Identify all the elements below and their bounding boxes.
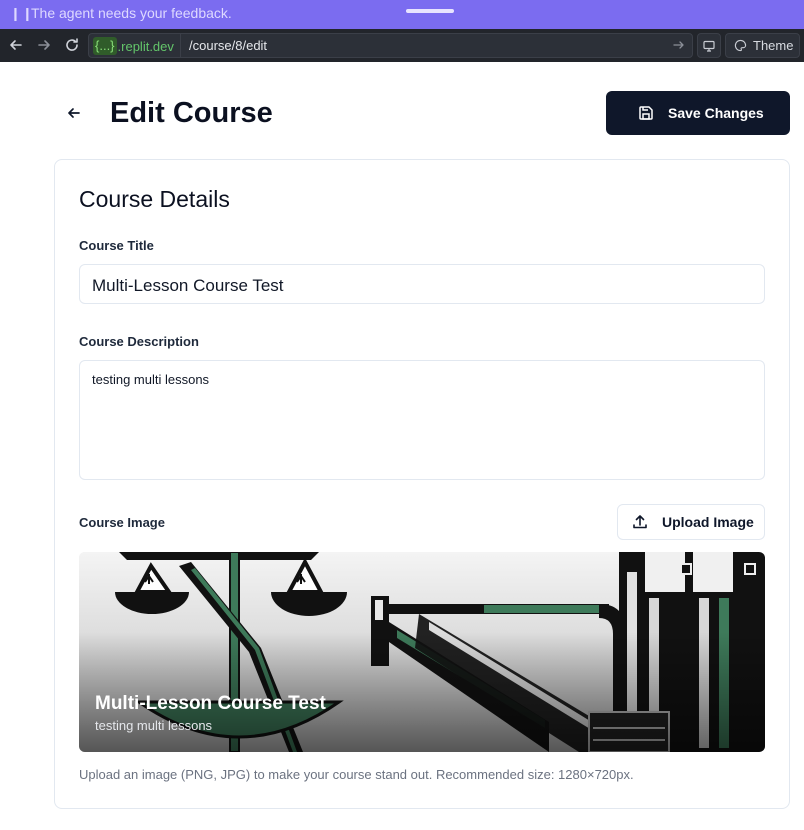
url-path[interactable]: /course/8/edit [189, 38, 267, 53]
image-preview-title: Multi-Lesson Course Test [95, 693, 326, 714]
back-arrow-icon[interactable] [6, 35, 26, 55]
url-host-chip: {...} [93, 37, 117, 55]
image-preview-description: testing multi lessons [95, 718, 213, 733]
upload-icon [633, 515, 647, 529]
theme-label: Theme [753, 38, 794, 53]
url-host-domain: .replit.dev [117, 38, 174, 54]
save-icon [639, 106, 653, 120]
arrow-left-icon [68, 108, 80, 118]
save-changes-label: Save Changes [668, 105, 764, 121]
url-bar[interactable]: {...} .replit.dev /course/8/edit [88, 33, 693, 58]
course-image-preview: Multi-Lesson Course Test testing multi l… [79, 552, 765, 752]
course-title-label: Course Title [79, 238, 154, 253]
image-help-text: Upload an image (PNG, JPG) to make your … [79, 767, 634, 782]
reload-icon[interactable] [62, 35, 82, 55]
course-description-textarea[interactable]: testing multi lessons [79, 360, 765, 480]
upload-image-label: Upload Image [662, 514, 754, 530]
save-changes-button[interactable]: Save Changes [606, 91, 790, 135]
course-details-heading: Course Details [79, 186, 230, 212]
forward-arrow-icon[interactable] [34, 35, 54, 55]
course-title-input[interactable]: Multi-Lesson Course Test [79, 264, 765, 304]
agent-feedback-banner[interactable]: ❙❙ The agent needs your feedback. [0, 0, 804, 29]
url-divider [180, 34, 181, 57]
palette-icon [734, 39, 747, 52]
url-host: {...} .replit.dev [93, 37, 174, 55]
upload-image-button[interactable]: Upload Image [617, 504, 765, 540]
course-details-card: Course Details Course Title Multi-Lesson… [54, 159, 790, 809]
go-arrow-icon[interactable] [672, 38, 686, 52]
page-title: Edit Course [110, 97, 273, 129]
agent-feedback-message: The agent needs your feedback. [31, 5, 232, 21]
course-description-label: Course Description [79, 334, 199, 349]
theme-button[interactable]: Theme [725, 33, 800, 58]
browser-toolbar: {...} .replit.dev /course/8/edit Theme [0, 29, 804, 62]
devtools-icon [703, 40, 715, 52]
back-button[interactable] [62, 101, 86, 125]
devtools-button[interactable] [697, 33, 721, 58]
drag-handle[interactable] [406, 9, 454, 13]
course-image-label: Course Image [79, 515, 165, 530]
